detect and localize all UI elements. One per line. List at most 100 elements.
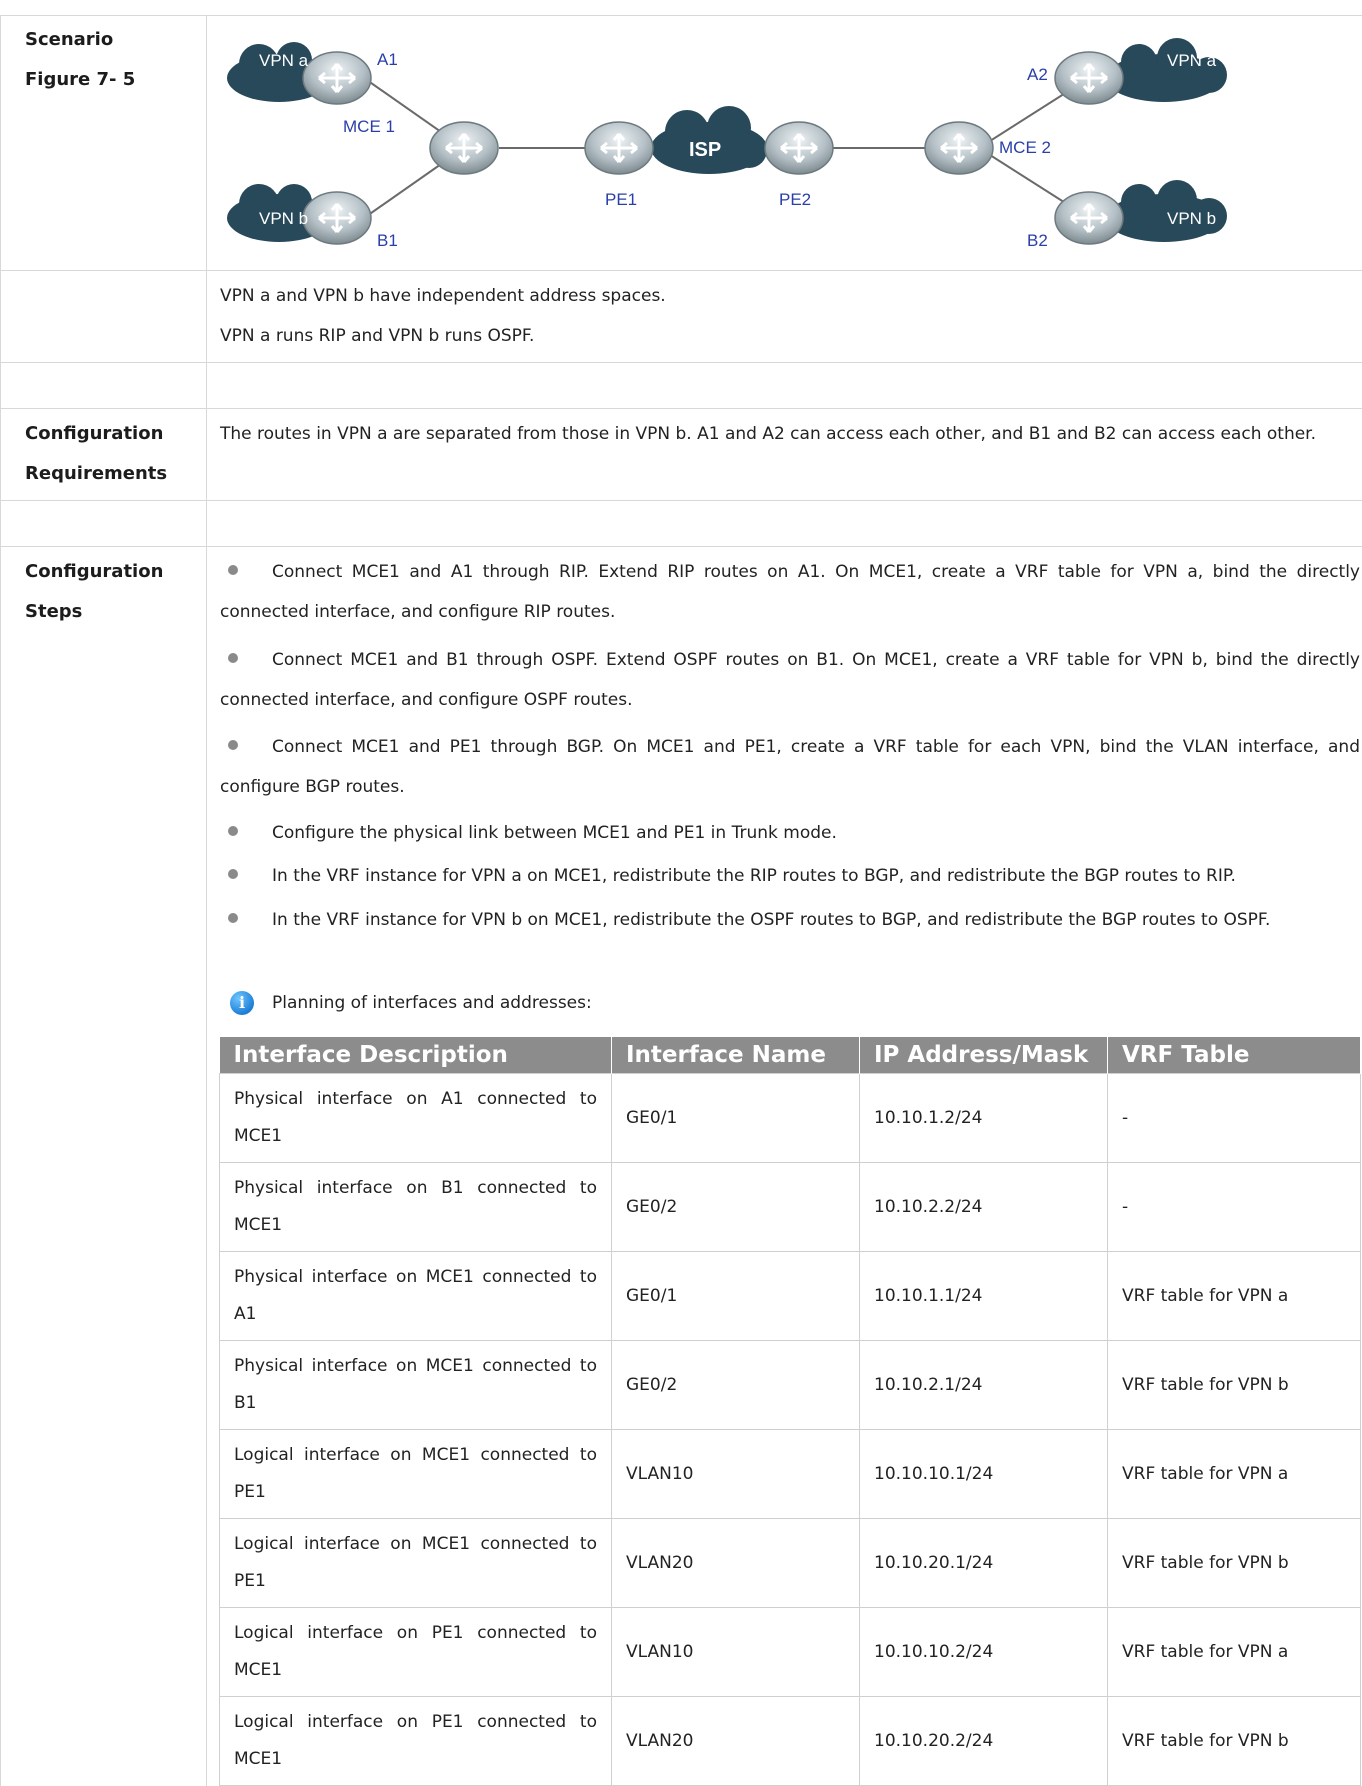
table-cell: VRF table for VPN b <box>1107 1696 1361 1786</box>
table-cell: VLAN20 <box>611 1518 860 1608</box>
router-icon <box>584 121 654 175</box>
scenario-label: Scenario <box>25 29 114 50</box>
cloud-icon <box>1106 38 1227 102</box>
table-row: Logical interface on MCE1 connected to P… <box>219 1429 1361 1519</box>
table-header: VRF Table <box>1107 1037 1361 1074</box>
table-header: Interface Name <box>611 1037 860 1074</box>
router-icon <box>429 121 499 175</box>
figure-label: Figure 7- 5 <box>25 69 136 90</box>
table-cell: Physical interface on MCE1 connected to … <box>219 1340 612 1430</box>
table-cell: 10.10.1.1/24 <box>859 1251 1108 1341</box>
table-row: Physical interface on MCE1 connected to … <box>219 1340 1361 1430</box>
table-cell: GE0/1 <box>611 1251 860 1341</box>
table-cell: GE0/1 <box>611 1073 860 1163</box>
table-cell: 10.10.2.2/24 <box>859 1162 1108 1252</box>
description-line: VPN a runs RIP and VPN b runs OSPF. <box>220 326 535 346</box>
bullet-icon <box>228 913 238 923</box>
grid-line <box>0 15 1362 16</box>
router-icon <box>302 51 372 105</box>
table-header: IP Address/Mask <box>859 1037 1108 1074</box>
vpn-a-left-label: VPN a <box>259 51 309 70</box>
table-cell: Logical interface on PE1 connected to MC… <box>219 1607 612 1697</box>
grid-line <box>0 500 1362 501</box>
router-icon <box>302 191 372 245</box>
router-icon <box>1054 51 1124 105</box>
table-cell: Logical interface on PE1 connected to MC… <box>219 1696 612 1786</box>
table-cell: 10.10.10.1/24 <box>859 1429 1108 1519</box>
a2-label: A2 <box>1027 65 1048 84</box>
mce1-label: MCE 1 <box>343 117 395 136</box>
table-row: Physical interface on MCE1 connected to … <box>219 1251 1361 1341</box>
bullet-icon <box>228 740 238 750</box>
pe2-label: PE2 <box>779 190 811 209</box>
network-diagram: VPN a VPN b ISP VPN a VPN b A1 B1 MCE 1 … <box>227 38 1227 250</box>
config-requirements-label: Requirements <box>25 463 168 484</box>
a1-label: A1 <box>377 50 398 69</box>
table-row: Logical interface on PE1 connected to MC… <box>219 1607 1361 1697</box>
grid-line <box>206 15 207 1786</box>
vpn-b-left-label: VPN b <box>259 209 308 228</box>
router-icon <box>924 121 994 175</box>
table-cell: GE0/2 <box>611 1340 860 1430</box>
vpn-a-right-label: VPN a <box>1167 51 1217 70</box>
table-row: Logical interface on MCE1 connected to P… <box>219 1518 1361 1608</box>
isp-label: ISP <box>689 139 721 161</box>
grid-line <box>0 546 1362 547</box>
table-header-row: Interface Description Interface Name IP … <box>219 1037 1361 1074</box>
table-cell: VRF table for VPN a <box>1107 1251 1361 1341</box>
step-item: Configure the physical link between MCE1… <box>220 813 1360 853</box>
table-cell: 10.10.2.1/24 <box>859 1340 1108 1430</box>
bullet-icon <box>228 826 238 836</box>
grid-line <box>0 362 1362 363</box>
grid-line <box>0 270 1362 271</box>
vpn-b-right-label: VPN b <box>1167 209 1216 228</box>
table-row: Physical interface on A1 connected to MC… <box>219 1073 1361 1163</box>
bullet-icon <box>228 565 238 575</box>
mce2-label: MCE 2 <box>999 138 1051 157</box>
description-line: VPN a and VPN b have independent address… <box>220 286 666 306</box>
table-cell: 10.10.1.2/24 <box>859 1073 1108 1163</box>
table-header: Interface Description <box>219 1037 612 1074</box>
pe1-label: PE1 <box>605 190 637 209</box>
interface-table: Interface Description Interface Name IP … <box>219 1037 1361 1786</box>
grid-line <box>0 408 1362 409</box>
table-cell: 10.10.20.2/24 <box>859 1696 1108 1786</box>
table-cell: GE0/2 <box>611 1162 860 1252</box>
table-cell: Physical interface on B1 connected to MC… <box>219 1162 612 1252</box>
config-requirements-label: Configuration <box>25 423 164 444</box>
router-icon <box>764 121 834 175</box>
step-item: Connect MCE1 and B1 through OSPF. Extend… <box>220 650 1360 710</box>
table-cell: VRF table for VPN b <box>1107 1518 1361 1608</box>
grid-line <box>0 15 1 1786</box>
config-steps-label: Configuration <box>25 561 164 582</box>
table-cell: - <box>1107 1162 1361 1252</box>
table-cell: Physical interface on MCE1 connected to … <box>219 1251 612 1341</box>
table-row: Physical interface on B1 connected to MC… <box>219 1162 1361 1252</box>
requirements-text: The routes in VPN a are separated from t… <box>220 424 1317 444</box>
table-cell: Logical interface on MCE1 connected to P… <box>219 1518 612 1608</box>
bullet-icon <box>228 653 238 663</box>
table-cell: VRF table for VPN b <box>1107 1340 1361 1430</box>
step-item: In the VRF instance for VPN a on MCE1, r… <box>220 856 1360 896</box>
table-cell: VLAN10 <box>611 1607 860 1697</box>
planning-note-text: Planning of interfaces and addresses: <box>272 993 592 1013</box>
info-icon: i <box>230 991 254 1015</box>
table-cell: - <box>1107 1073 1361 1163</box>
bullet-icon <box>228 869 238 879</box>
step-item: In the VRF instance for VPN b on MCE1, r… <box>220 900 1360 940</box>
step-item: Connect MCE1 and A1 through RIP. Extend … <box>220 562 1360 622</box>
table-cell: VRF table for VPN a <box>1107 1607 1361 1697</box>
table-cell: VRF table for VPN a <box>1107 1429 1361 1519</box>
router-icon <box>1054 191 1124 245</box>
table-cell: VLAN20 <box>611 1696 860 1786</box>
table-row: Logical interface on PE1 connected to MC… <box>219 1696 1361 1786</box>
step-item: Connect MCE1 and PE1 through BGP. On MCE… <box>220 737 1360 797</box>
table-cell: 10.10.20.1/24 <box>859 1518 1108 1608</box>
b2-label: B2 <box>1027 231 1048 250</box>
b1-label: B1 <box>377 231 398 250</box>
table-cell: 10.10.10.2/24 <box>859 1607 1108 1697</box>
config-steps-label: Steps <box>25 601 83 622</box>
table-cell: Logical interface on MCE1 connected to P… <box>219 1429 612 1519</box>
planning-note: i Planning of interfaces and addresses: <box>230 988 592 1018</box>
table-cell: VLAN10 <box>611 1429 860 1519</box>
